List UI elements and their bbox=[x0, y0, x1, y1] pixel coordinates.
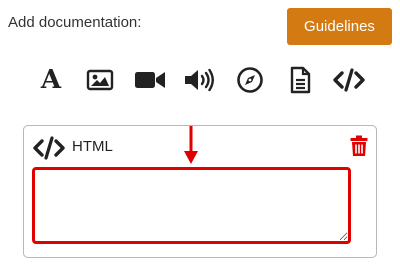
add-video-button[interactable] bbox=[132, 62, 168, 98]
html-code-textarea[interactable] bbox=[32, 167, 351, 244]
guidelines-button[interactable]: Guidelines bbox=[287, 8, 392, 45]
add-file-button[interactable] bbox=[282, 62, 318, 98]
add-image-button[interactable] bbox=[82, 62, 118, 98]
speaker-icon bbox=[185, 68, 214, 92]
add-html-button[interactable] bbox=[331, 62, 367, 98]
arrow-down-icon bbox=[184, 126, 198, 164]
compass-icon bbox=[237, 67, 263, 93]
trash-icon[interactable] bbox=[350, 135, 368, 157]
document-icon bbox=[290, 66, 311, 94]
add-text-button[interactable]: A bbox=[33, 62, 69, 98]
add-link-button[interactable] bbox=[232, 62, 268, 98]
video-camera-icon bbox=[135, 72, 165, 88]
image-icon bbox=[86, 69, 114, 91]
add-audio-button[interactable] bbox=[181, 62, 217, 98]
add-documentation-label: Add documentation: bbox=[8, 14, 142, 31]
html-block-title: HTML bbox=[72, 138, 113, 155]
code-icon bbox=[33, 136, 65, 160]
block-toolbar: A bbox=[0, 62, 400, 98]
documentation-editor: Add documentation: Guidelines A HTML bbox=[0, 0, 400, 265]
html-block-panel: HTML bbox=[23, 125, 377, 258]
text-icon: A bbox=[40, 65, 62, 95]
code-icon bbox=[333, 68, 365, 92]
